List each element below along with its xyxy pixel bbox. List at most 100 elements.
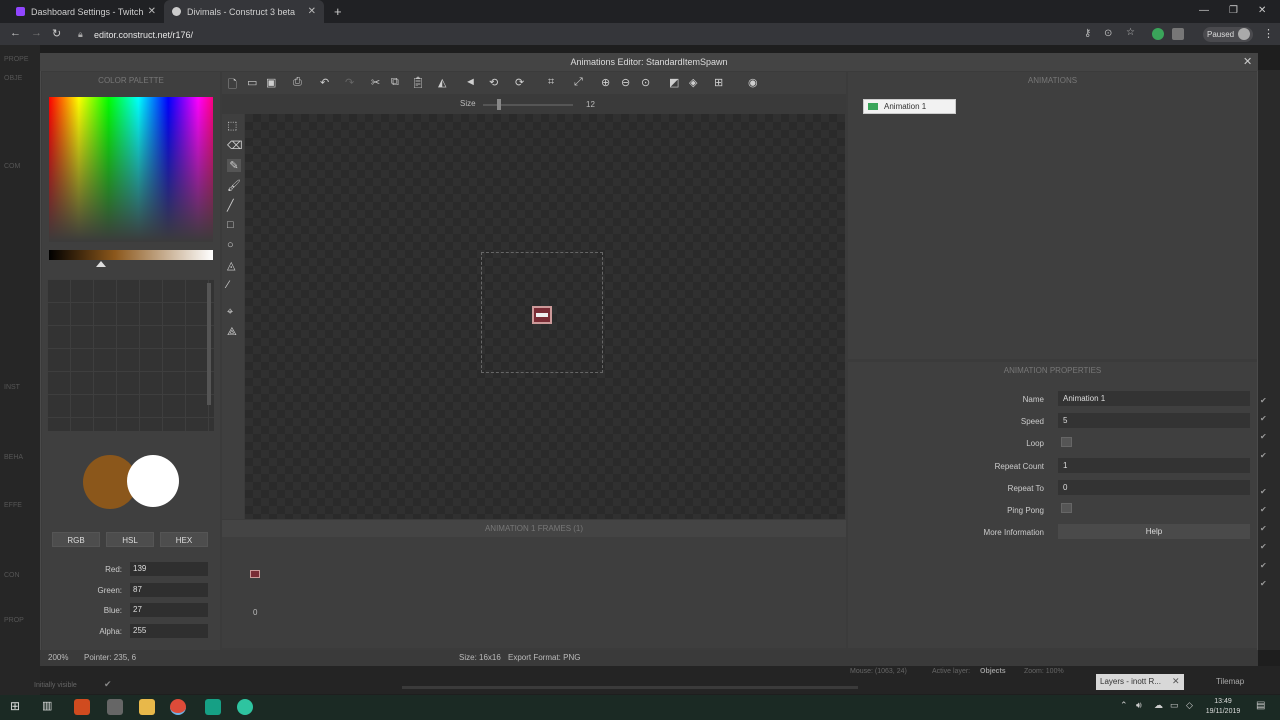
paste-icon[interactable]: 📋︎ xyxy=(411,76,425,89)
blue-input[interactable]: 27 xyxy=(130,603,208,617)
shade-slider-handle[interactable] xyxy=(96,261,106,267)
windows-start-icon[interactable]: ⊞ xyxy=(10,699,20,713)
brush-icon[interactable]: 🖌︎ xyxy=(227,179,241,192)
check-icon[interactable]: ✔ xyxy=(1260,542,1267,551)
export-icon[interactable]: ⎙ xyxy=(293,76,302,89)
app-icon[interactable] xyxy=(107,699,123,715)
check-icon[interactable]: ✔ xyxy=(1260,414,1267,423)
flip-vertical-icon[interactable]: ◄ xyxy=(465,76,476,88)
ping-pong-checkbox[interactable] xyxy=(1061,503,1072,513)
line-icon[interactable]: ╱ xyxy=(227,199,234,212)
redo-icon[interactable]: ↷ xyxy=(345,76,354,89)
minimize-icon[interactable]: — xyxy=(1199,5,1209,16)
check-icon[interactable]: ✔ xyxy=(1260,505,1267,514)
preview-icon[interactable]: ◉ xyxy=(748,76,758,89)
layers-icon[interactable]: ◈ xyxy=(689,76,697,89)
check-icon[interactable]: ✔ xyxy=(1260,579,1267,588)
copy-icon[interactable]: ⧉ xyxy=(391,76,399,89)
forward-icon[interactable]: → xyxy=(31,27,42,39)
rectangle-icon[interactable]: □ xyxy=(227,219,234,231)
check-icon[interactable]: ✔ xyxy=(1260,524,1267,533)
alpha-input[interactable]: 255 xyxy=(130,624,208,638)
app-icon[interactable] xyxy=(237,699,253,715)
close-icon[interactable]: ✕ xyxy=(1243,55,1252,68)
restore-icon[interactable]: ❐ xyxy=(1229,5,1238,16)
speed-field[interactable]: 5 xyxy=(1058,413,1250,428)
reload-icon[interactable]: ↻ xyxy=(52,27,61,40)
notifications-icon[interactable]: ▤ xyxy=(1256,700,1265,711)
rotate-right-icon[interactable]: ⟳ xyxy=(515,76,524,89)
rgb-mode-button[interactable]: RGB xyxy=(52,532,100,547)
extension-icon[interactable] xyxy=(1152,28,1164,40)
app-icon[interactable] xyxy=(205,699,221,715)
address-bar[interactable] xyxy=(68,27,1108,42)
zoom-reset-icon[interactable]: ⊙ xyxy=(641,76,650,89)
tab-construct[interactable]: Divimals - Construct 3 beta ✕ xyxy=(164,0,324,23)
back-icon[interactable]: ← xyxy=(10,27,21,39)
system-clock[interactable]: 13:49 19/11/2019 xyxy=(1200,697,1246,717)
dropbox-icon[interactable]: ◇ xyxy=(1186,700,1193,711)
check-icon[interactable]: ✔ xyxy=(1260,432,1267,441)
tray-chevron-icon[interactable]: ⌃ xyxy=(1120,700,1128,711)
close-icon[interactable]: ✕ xyxy=(1172,676,1180,687)
resize-icon[interactable]: ⤢ xyxy=(574,76,583,89)
cast-icon[interactable]: ⊙ xyxy=(1104,28,1112,39)
zoom-out-icon[interactable]: ⊖ xyxy=(621,76,630,89)
hex-mode-button[interactable]: HEX xyxy=(160,532,208,547)
green-input[interactable]: 87 xyxy=(130,583,208,597)
cut-icon[interactable]: ✂ xyxy=(371,76,380,89)
name-field[interactable]: Animation 1 xyxy=(1058,391,1250,406)
close-icon[interactable]: ✕ xyxy=(308,6,316,17)
fill-icon[interactable]: ◬ xyxy=(227,259,235,272)
check-icon[interactable]: ✔ xyxy=(1260,451,1267,460)
zoom-in-icon[interactable]: ⊕ xyxy=(601,76,610,89)
repeat-count-field[interactable]: 1 xyxy=(1058,458,1250,473)
color-spectrum-picker[interactable] xyxy=(49,97,213,242)
collision-polygon-icon[interactable]: ⟁ xyxy=(227,326,237,339)
rectangle-select-icon[interactable]: ⬚ xyxy=(227,119,237,132)
check-icon[interactable]: ✔ xyxy=(1260,396,1267,405)
check-icon[interactable]: ✔ xyxy=(1260,561,1267,570)
repeat-to-field[interactable]: 0 xyxy=(1058,480,1250,495)
hsl-mode-button[interactable]: HSL xyxy=(106,532,154,547)
help-button[interactable]: Help xyxy=(1058,524,1250,539)
flip-horizontal-icon[interactable]: ◭ xyxy=(438,76,446,89)
frame-thumbnail[interactable] xyxy=(250,570,260,578)
ellipse-icon[interactable]: ○ xyxy=(227,239,234,251)
loop-checkbox[interactable] xyxy=(1061,437,1072,447)
swatch-scrollbar[interactable] xyxy=(207,283,211,405)
red-input[interactable]: 139 xyxy=(130,562,208,576)
office-icon[interactable] xyxy=(74,699,90,715)
network-icon[interactable]: ▭ xyxy=(1170,700,1179,711)
tab-twitch[interactable]: Dashboard Settings - Twitch ✕ xyxy=(8,0,164,23)
cloud-icon[interactable]: ☁ xyxy=(1154,700,1163,711)
pencil-icon[interactable]: ✎ xyxy=(227,159,241,172)
undo-icon[interactable]: ↶ xyxy=(320,76,329,89)
origin-point-icon[interactable]: ⌖ xyxy=(227,306,233,319)
horizontal-scrollbar[interactable] xyxy=(402,686,858,689)
rotate-left-icon[interactable]: ⟲ xyxy=(489,76,498,89)
secondary-color-swatch[interactable] xyxy=(127,455,179,507)
file-explorer-icon[interactable] xyxy=(139,699,155,715)
shade-slider[interactable] xyxy=(49,250,213,260)
key-icon[interactable]: ⚷ xyxy=(1084,28,1091,39)
check-icon[interactable]: ✔ xyxy=(1260,487,1267,496)
crop-icon[interactable]: ⌗ xyxy=(548,76,554,89)
size-slider-handle[interactable] xyxy=(497,99,501,110)
check-icon[interactable]: ✔ xyxy=(104,679,112,690)
volume-icon[interactable]: 🔊︎ xyxy=(1136,700,1142,711)
grid-icon[interactable]: ⊞ xyxy=(714,76,723,89)
star-icon[interactable]: ☆ xyxy=(1126,27,1135,38)
new-tab-button[interactable]: + xyxy=(334,4,342,19)
close-window-icon[interactable]: ✕ xyxy=(1258,5,1266,16)
close-icon[interactable]: ✕ xyxy=(148,6,156,17)
avatar[interactable] xyxy=(1238,28,1250,40)
save-icon[interactable]: ▣ xyxy=(266,76,276,89)
open-icon[interactable]: ▭ xyxy=(247,76,257,89)
layers-tab[interactable]: Layers - inott R... xyxy=(1096,674,1184,690)
new-file-icon[interactable]: 🗋︎ xyxy=(228,76,237,95)
color-picker-icon[interactable]: ⁄ xyxy=(227,279,229,291)
chrome-icon[interactable] xyxy=(170,699,186,715)
extension-icon[interactable] xyxy=(1172,28,1184,40)
color-swatch-grid[interactable] xyxy=(47,279,214,431)
